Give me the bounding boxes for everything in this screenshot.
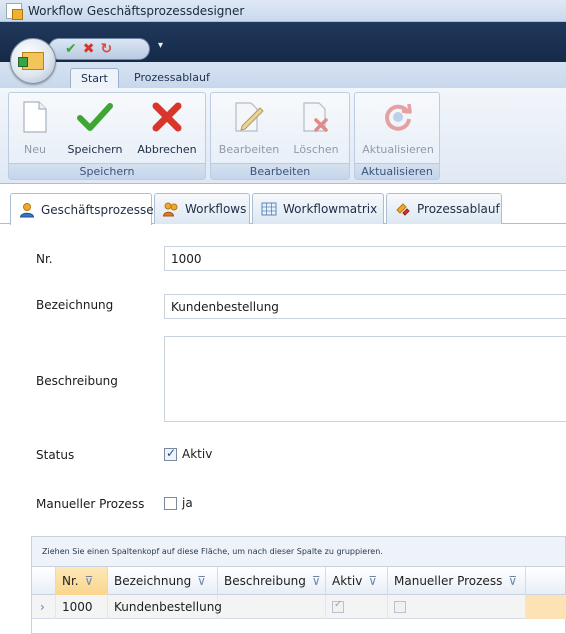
current-row-chevron-icon: › <box>40 600 45 614</box>
cancel-button-label: Abbrechen <box>137 143 197 156</box>
ribbon-group-speichern: Neu Speichern Abbrechen Speichern <box>8 92 206 180</box>
column-header-aktiv[interactable]: Aktiv ⊽ <box>326 567 388 595</box>
ribbon-tab-strip: Start Prozessablauf <box>0 62 566 88</box>
filter-icon[interactable]: ⊽ <box>85 574 94 588</box>
ribbon-group-label-aktualisieren: Aktualisieren <box>355 163 439 179</box>
grid-icon <box>261 201 277 217</box>
column-header-manueller-prozess-label: Manueller Prozess <box>394 574 503 588</box>
tab-label-workflowmatrix: Workflowmatrix <box>283 202 378 216</box>
checkmark-icon <box>75 97 115 137</box>
beschreibung-field[interactable] <box>164 336 566 422</box>
cell-beschreibung[interactable] <box>218 595 326 619</box>
tab-prozessablauf[interactable]: Prozessablauf <box>386 193 502 224</box>
users-icon <box>162 201 179 217</box>
tab-label-workflows: Workflows <box>185 202 247 216</box>
quick-access-toolbar: ✔ ✖ ↻ <box>48 38 150 60</box>
refresh-button-label: Aktualisieren <box>362 143 434 156</box>
cancel-button[interactable]: Abbrechen <box>137 97 197 161</box>
group-by-panel[interactable]: Ziehen Sie einen Spaltenkopf auf diese F… <box>32 537 565 567</box>
save-button-label: Speichern <box>67 143 123 156</box>
application-logo-icon <box>18 52 44 70</box>
bezeichnung-field[interactable] <box>164 294 566 319</box>
window-title: Workflow Geschäftsprozessdesigner <box>28 3 245 18</box>
table-row[interactable]: › 1000 Kundenbestellung <box>32 595 566 619</box>
aktiv-checkbox-label: Aktiv <box>182 447 213 461</box>
row-extra-cell <box>526 595 566 619</box>
tab-geschaeftsprozesse[interactable]: Geschäftsprozesse <box>10 193 154 225</box>
column-header-beschreibung-label: Beschreibung <box>224 574 306 588</box>
ribbon-group-bearbeiten: Bearbeiten Löschen Bearbeiten <box>210 92 350 180</box>
filter-icon[interactable]: ⊽ <box>312 574 321 588</box>
tab-label-geschaeftsprozesse: Geschäftsprozesse <box>41 202 154 217</box>
save-button[interactable]: Speichern <box>67 97 123 161</box>
user-icon <box>19 202 35 218</box>
delete-button[interactable]: Löschen <box>291 97 341 161</box>
column-header-aktiv-label: Aktiv <box>332 574 363 588</box>
column-header-manueller-prozess[interactable]: Manueller Prozess ⊽ <box>388 567 526 595</box>
app-window-icon <box>6 2 23 20</box>
column-header-beschreibung[interactable]: Beschreibung ⊽ <box>218 567 326 595</box>
ribbon-panel: Neu Speichern Abbrechen Speichern Bearbe… <box>0 88 566 184</box>
processes-grid: Ziehen Sie einen Spaltenkopf auf diese F… <box>31 536 566 634</box>
manuell-checkbox-label: ja <box>182 496 193 510</box>
column-header-nr-label: Nr. <box>62 574 79 588</box>
quick-refresh-icon[interactable]: ↻ <box>100 42 112 56</box>
beschreibung-label: Beschreibung <box>36 374 118 388</box>
ribbon-tab-prozessablauf[interactable]: Prozessablauf <box>124 68 220 88</box>
grid-header: Nr. ⊽ Bezeichnung ⊽ Beschreibung ⊽ Aktiv… <box>32 567 565 595</box>
row-manuell-checkbox[interactable] <box>394 601 406 613</box>
application-menu-button[interactable] <box>10 38 56 84</box>
ribbon-group-label-speichern: Speichern <box>9 163 205 179</box>
quick-cancel-cross-icon[interactable]: ✖ <box>83 42 95 56</box>
filter-icon[interactable]: ⊽ <box>508 574 517 588</box>
column-header-bezeichnung-label: Bezeichnung <box>114 574 192 588</box>
tab-label-prozessablauf: Prozessablauf <box>417 202 500 216</box>
manueller-prozess-label: Manueller Prozess <box>36 497 145 511</box>
title-bar: Workflow Geschäftsprozessdesigner <box>0 0 566 22</box>
cell-aktiv[interactable] <box>326 595 388 619</box>
delete-document-icon <box>296 97 336 137</box>
header-indicator-cell <box>32 567 56 595</box>
edit-button-label: Bearbeiten <box>218 143 280 156</box>
filter-icon[interactable]: ⊽ <box>368 574 377 588</box>
nr-label: Nr. <box>36 252 53 266</box>
new-button-label: Neu <box>24 143 46 156</box>
quick-access-dropdown-icon[interactable]: ▾ <box>158 40 163 51</box>
manuell-checkbox-row: ja <box>164 496 193 510</box>
refresh-icon <box>378 97 418 137</box>
main-tab-strip: Geschäftsprozesse Workflows Workflowmatr… <box>0 190 566 225</box>
tab-workflowmatrix[interactable]: Workflowmatrix <box>252 193 384 224</box>
status-checkbox-row: Aktiv <box>164 446 213 461</box>
aktiv-checkbox[interactable] <box>164 446 177 461</box>
process-icon <box>395 201 411 217</box>
status-label: Status <box>36 448 75 462</box>
row-indicator-cell: › <box>32 595 56 619</box>
ribbon-tab-start[interactable]: Start <box>70 68 119 88</box>
document-icon <box>15 97 55 137</box>
quick-save-check-icon[interactable]: ✔ <box>65 42 77 56</box>
edit-document-icon <box>229 97 269 137</box>
filter-icon[interactable]: ⊽ <box>197 574 206 588</box>
ribbon-group-label-bearbeiten: Bearbeiten <box>211 163 349 179</box>
bezeichnung-label: Bezeichnung <box>36 298 114 312</box>
row-aktiv-checkbox[interactable] <box>332 599 344 613</box>
manuell-checkbox[interactable] <box>164 496 177 510</box>
refresh-button[interactable]: Aktualisieren <box>361 97 435 161</box>
nr-field[interactable] <box>164 246 566 271</box>
cell-nr[interactable]: 1000 <box>56 595 108 619</box>
edit-button[interactable]: Bearbeiten <box>219 97 279 161</box>
column-header-nr[interactable]: Nr. ⊽ <box>56 567 108 595</box>
cross-icon <box>147 97 187 137</box>
tab-workflows[interactable]: Workflows <box>154 193 250 224</box>
new-button[interactable]: Neu <box>15 97 55 161</box>
ribbon-group-aktualisieren: Aktualisieren Aktualisieren <box>354 92 440 180</box>
cell-manueller-prozess[interactable] <box>388 595 526 619</box>
column-header-bezeichnung[interactable]: Bezeichnung ⊽ <box>108 567 218 595</box>
delete-button-label: Löschen <box>293 143 339 156</box>
cell-bezeichnung[interactable]: Kundenbestellung <box>108 595 222 619</box>
